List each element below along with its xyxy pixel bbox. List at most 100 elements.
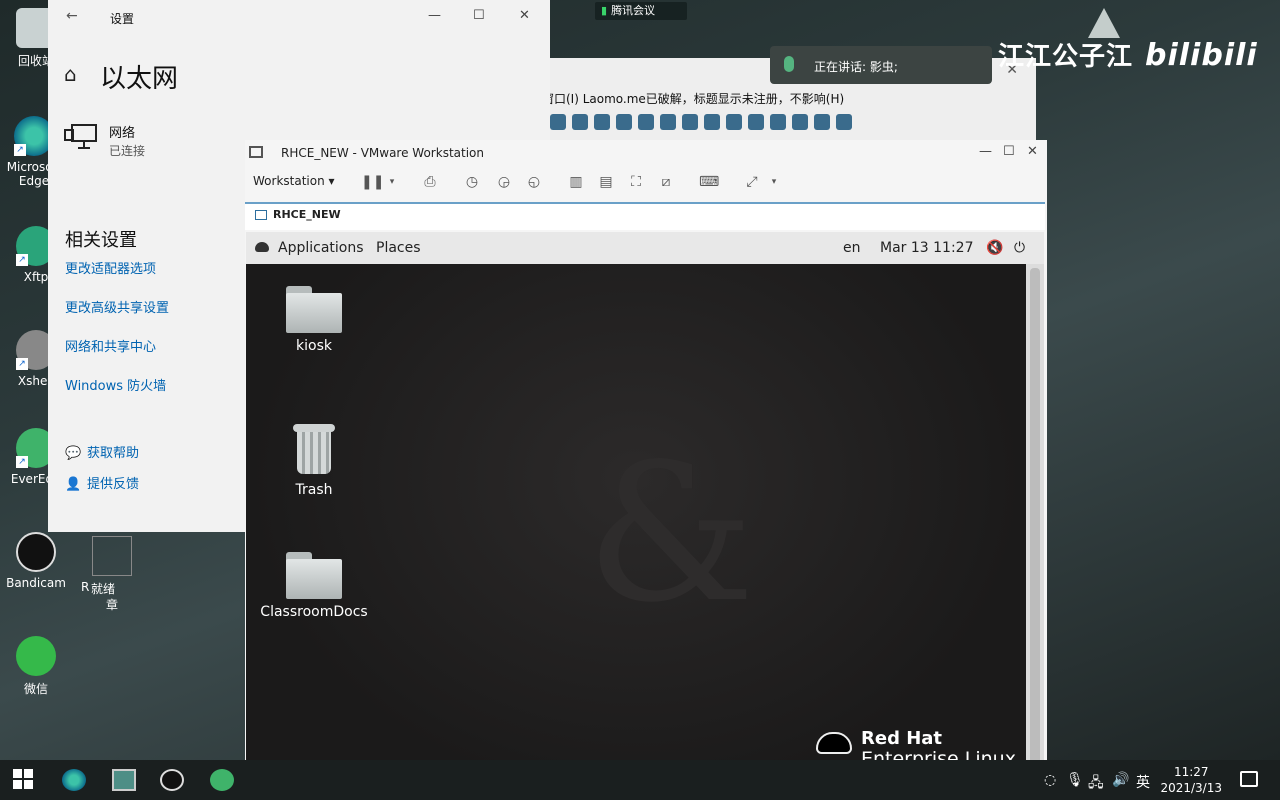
chevron-down-icon[interactable]: ▾ (383, 173, 401, 191)
give-feedback-label: 提供反馈 (87, 477, 140, 492)
toolbar-icon[interactable] (726, 114, 742, 130)
input-language[interactable]: en (843, 240, 861, 256)
snapshot-revert-icon[interactable]: ◶ (495, 173, 513, 191)
redhat-hat-icon (816, 732, 852, 754)
ime-indicator[interactable]: 英 (1136, 772, 1150, 792)
workstation-menu[interactable]: Workstation ▾ (253, 174, 335, 188)
folder-icon (286, 552, 342, 599)
vm-tab-icon (255, 210, 267, 220)
minimize-icon[interactable]: — (979, 144, 992, 159)
tab-label: RHCE_NEW (273, 208, 341, 221)
minimize-icon[interactable]: — (428, 8, 441, 23)
meeting-indicator[interactable]: ▮ 腾讯会议 (595, 2, 687, 20)
chevron-down-icon[interactable]: ▾ (765, 173, 783, 191)
guest-icon-trash[interactable]: Trash (259, 424, 369, 498)
toolbar-icon[interactable] (770, 114, 786, 130)
maximize-icon[interactable]: ☐ (473, 8, 485, 23)
back-arrow-icon[interactable]: ← (66, 8, 78, 24)
taskbar-everedit-icon[interactable] (210, 769, 234, 791)
desktop-icon-bandicam[interactable]: Bandicam (6, 532, 66, 590)
toolbar-icon[interactable] (748, 114, 764, 130)
scrollbar-thumb[interactable] (1030, 268, 1040, 788)
ethernet-monitor-icon (64, 124, 97, 149)
speaking-toast: 正在讲话: 影虫; (770, 46, 992, 84)
guest-icon-label: Trash (295, 482, 333, 498)
volume-icon[interactable]: 🔊 (1112, 772, 1129, 788)
link-network-sharing-center[interactable]: 网络和共享中心 (65, 336, 156, 355)
taskbar-edge-icon[interactable] (62, 769, 86, 791)
guest-icon-label: kiosk (296, 338, 332, 354)
home-icon[interactable]: ⌂ (64, 62, 77, 86)
shortcut-arrow-icon: ↗ (14, 144, 26, 156)
library-view-icon[interactable]: ▥ (567, 173, 585, 191)
toolbar-icon[interactable] (792, 114, 808, 130)
guest-icon-classroomdocs[interactable]: ClassroomDocs (259, 552, 369, 620)
vmware-title: RHCE_NEW - VMware Workstation (281, 146, 484, 160)
toolbar-icon[interactable] (814, 114, 830, 130)
link-advanced-sharing[interactable]: 更改高级共享设置 (65, 297, 169, 316)
bg-window-menubar[interactable]: 窗口(I) Laomo.me已破解，标题显示未注册，不影响(H) (542, 90, 844, 107)
console-icon[interactable]: ⌨ (699, 173, 719, 191)
toolbar-icon[interactable] (550, 114, 566, 130)
toolbar-icon[interactable] (572, 114, 588, 130)
bg-window-toolbar (550, 114, 852, 134)
guest-screen[interactable]: Applications Places en Mar 13 11:27 🔇 ⏻ … (246, 232, 1044, 800)
toolbar-icon[interactable] (704, 114, 720, 130)
toolbar-icon[interactable] (660, 114, 676, 130)
close-icon[interactable]: ✕ (519, 8, 530, 23)
maximize-icon[interactable]: ☐ (1003, 144, 1015, 159)
toolbar-icon[interactable] (594, 114, 610, 130)
fullscreen-icon[interactable]: ⛶ (627, 173, 645, 191)
stretch-icon[interactable]: ⤢ (743, 173, 761, 191)
desktop-icon-label: Bandicam (6, 576, 66, 590)
volume-muted-icon[interactable]: 🔇 (986, 240, 1003, 256)
toolbar-icon[interactable] (682, 114, 698, 130)
bandicam-icon (16, 532, 56, 572)
taskbar-bandicam-icon[interactable] (160, 769, 184, 791)
applications-menu[interactable]: Applications (278, 240, 364, 256)
thumbnail-view-icon[interactable]: ▤ (597, 173, 615, 191)
workstation-menu-label: Workstation (253, 174, 325, 188)
places-menu[interactable]: Places (376, 240, 421, 256)
power-icon[interactable]: ⏻ (1014, 240, 1025, 256)
redhat-hat-icon (255, 242, 269, 252)
taskbar-network-icon[interactable] (112, 769, 136, 791)
start-button[interactable] (13, 769, 37, 791)
close-icon[interactable]: ✕ (1027, 144, 1038, 159)
link-adapter-options[interactable]: 更改适配器选项 (65, 258, 156, 277)
toolbar-icon[interactable] (836, 114, 852, 130)
snapshot-icon[interactable]: ◷ (463, 173, 481, 191)
give-feedback-link[interactable]: 👤 提供反馈 (65, 473, 139, 492)
related-settings-heading: 相关设置 (65, 230, 137, 251)
brand-line-1: Red Hat (861, 728, 943, 749)
pause-icon[interactable]: ❚❚ (361, 173, 384, 191)
unity-icon[interactable]: ⧄ (657, 173, 675, 191)
guest-desktop[interactable]: & kiosk Trash ClassroomDocs Red Hat Ente… (246, 264, 1026, 800)
settings-titlebar: ← 设置 — ☐ ✕ (48, 0, 550, 34)
send-ctrl-alt-del-icon[interactable]: ⎙ (421, 173, 439, 191)
link-windows-firewall[interactable]: Windows 防火墙 (65, 375, 166, 394)
vertical-scrollbar[interactable] (1026, 264, 1044, 800)
windows-logo-icon (13, 769, 37, 789)
network-tray-icon[interactable]: 🖧 (1088, 772, 1104, 796)
desktop-icon-wechat[interactable]: 微信 (6, 636, 66, 697)
notification-center-icon[interactable] (1240, 771, 1258, 787)
tab-rhce-new[interactable]: RHCE_NEW (255, 208, 341, 221)
get-help-label: 获取帮助 (87, 446, 140, 461)
network-name[interactable]: 网络 (109, 122, 135, 141)
guest-icon-kiosk[interactable]: kiosk (259, 286, 369, 354)
watermark-text: 江江公子江 (998, 42, 1134, 72)
toolbar-icon[interactable] (616, 114, 632, 130)
vmware-window: RHCE_NEW - VMware Workstation — ☐ ✕ Work… (245, 140, 1047, 800)
system-clock[interactable]: 11:27 2021/3/13 (1160, 764, 1222, 796)
tray-chevron-icon[interactable]: ◌ (1044, 772, 1056, 788)
vmware-toolbar: Workstation ▾ ❚❚ ▾ ⎙ ◷ ◶ ◵ ▥ ▤ ⛶ ⧄ ⌨ ⤢ ▾ (245, 168, 1047, 198)
microphone-icon[interactable]: 🎙 (1066, 772, 1084, 788)
get-help-link[interactable]: 💬 获取帮助 (65, 442, 139, 461)
guest-clock[interactable]: Mar 13 11:27 (880, 240, 973, 256)
guest-icon-label: ClassroomDocs (260, 604, 368, 620)
toolbar-icon[interactable] (638, 114, 654, 130)
snapshot-manager-icon[interactable]: ◵ (525, 173, 543, 191)
settings-title: 设置 (110, 12, 135, 26)
shortcut-arrow-icon: ↗ (16, 254, 28, 266)
